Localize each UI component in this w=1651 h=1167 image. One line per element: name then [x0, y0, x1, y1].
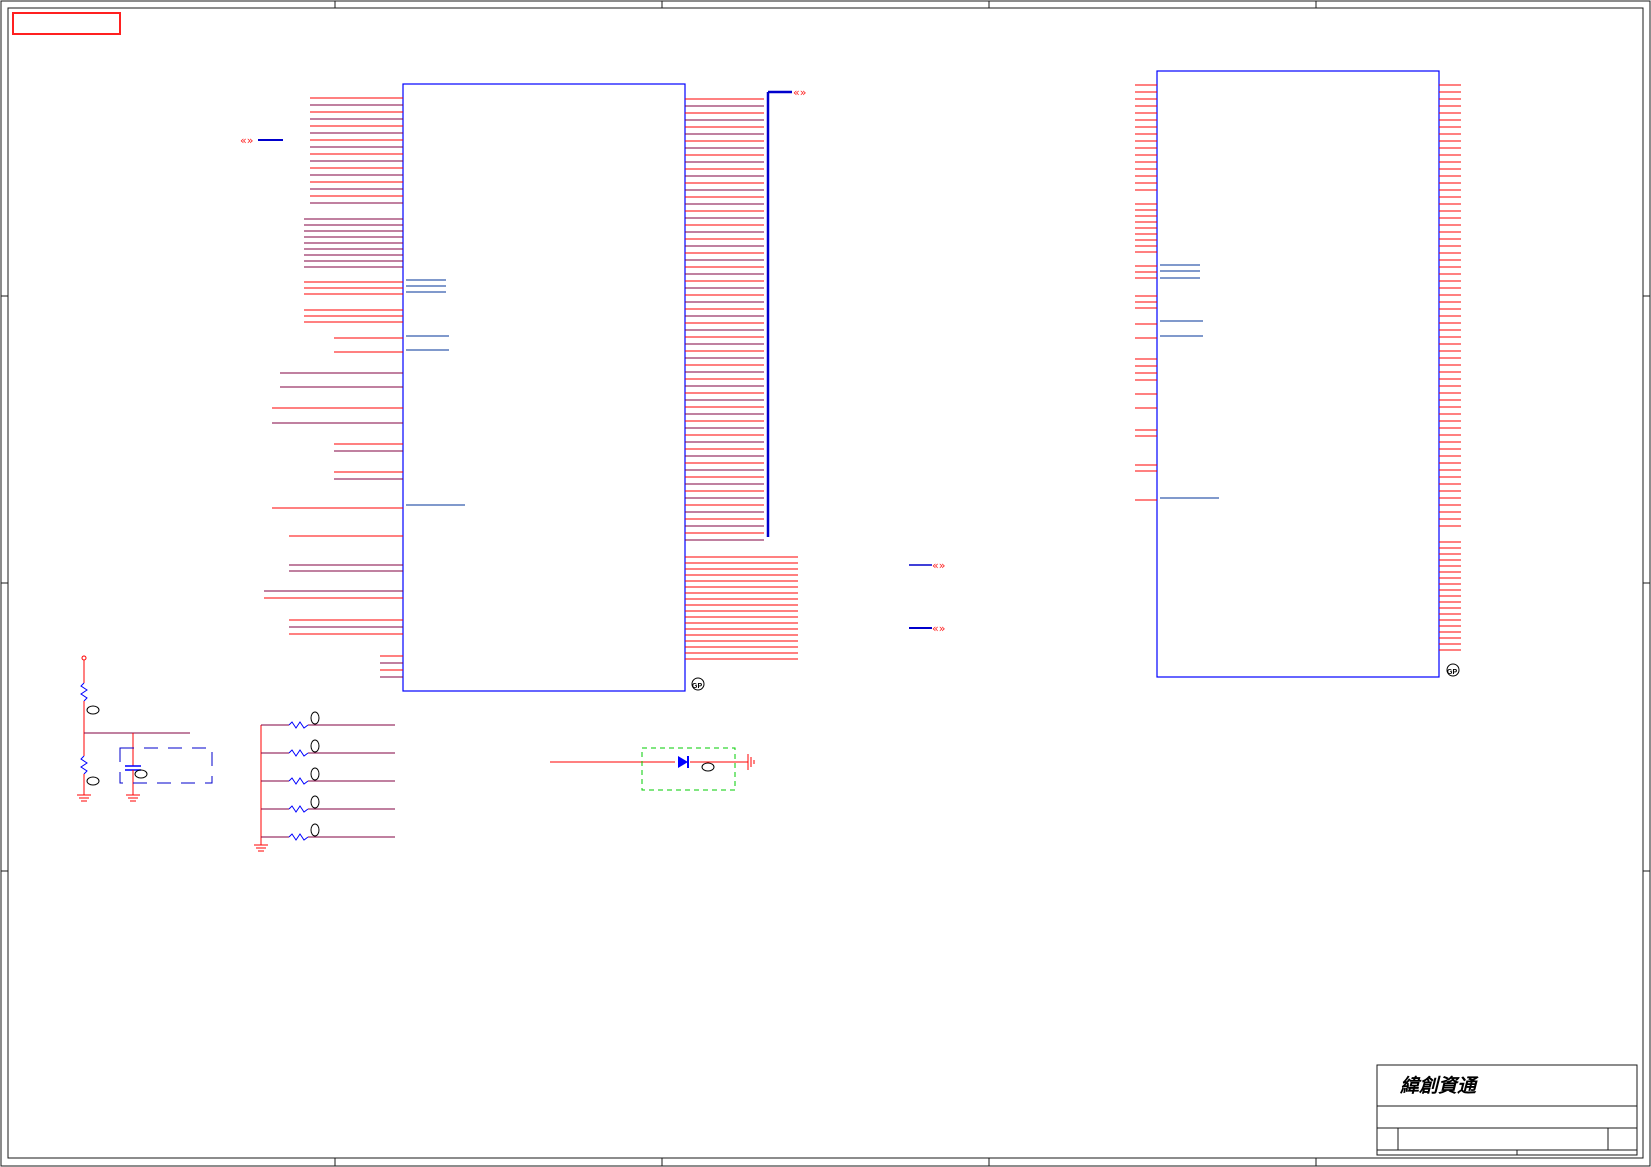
drawing-frame [0, 0, 1651, 1167]
resistor [288, 721, 309, 729]
component-tag [310, 767, 320, 781]
ic-u2-left-pins [1135, 84, 1157, 501]
ic-u1-left-pins [264, 97, 403, 678]
gp-label-u1: GP [692, 683, 702, 690]
company-name: 緯創資通 [1399, 1075, 1479, 1097]
resistor [288, 833, 309, 841]
resistor [288, 777, 309, 785]
schematic-sheet: «» «» GP «» «» GP 緯創資通 [0, 0, 1651, 1167]
ic-u1-body [402, 83, 686, 692]
component-tag [310, 795, 320, 809]
resistor [288, 749, 309, 757]
ic-u1: «» «» GP [240, 83, 806, 692]
ic-u2: GP [1135, 70, 1461, 678]
resistor-divider [77, 655, 213, 802]
svg-text:«»: «» [932, 622, 945, 635]
resistor-array [254, 711, 395, 852]
diode-circuit [550, 747, 755, 791]
bus-offpage-connector: «» [793, 86, 806, 99]
gp-label-u2: GP [1447, 669, 1457, 676]
resistor [288, 805, 309, 813]
component-tag [310, 739, 320, 753]
component-tag [310, 711, 320, 725]
component-tags-divider [86, 705, 148, 786]
svg-text:«»: «» [240, 134, 253, 147]
ic-u1-right-pins [685, 98, 798, 660]
offpage-connectors-mid: «» «» [909, 559, 945, 635]
ic-u2-right-pins [1439, 84, 1461, 651]
ic-u2-body [1156, 70, 1440, 678]
sheet-label-box [12, 12, 121, 35]
diode-symbol [678, 756, 688, 768]
component-tag [310, 823, 320, 837]
title-block: 緯創資通 [1376, 1064, 1638, 1156]
svg-text:«»: «» [932, 559, 945, 572]
